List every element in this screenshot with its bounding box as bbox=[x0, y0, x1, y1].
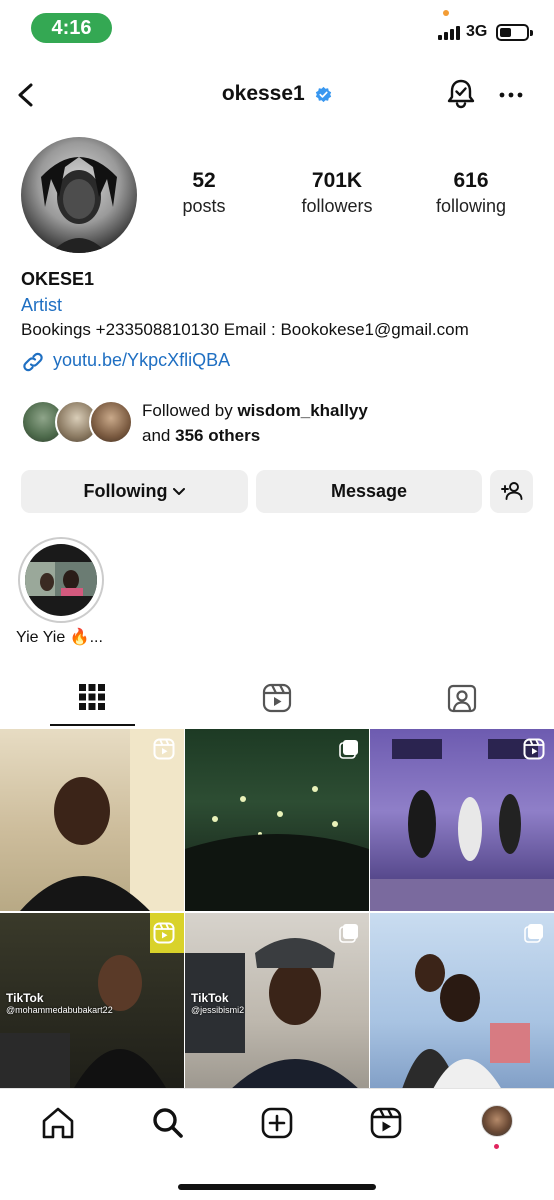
followed-by-user: wisdom_khallyy bbox=[237, 401, 368, 420]
plus-square-icon bbox=[261, 1107, 293, 1139]
posts-count[interactable]: 52 posts bbox=[168, 168, 240, 218]
post-tile[interactable] bbox=[0, 729, 184, 911]
reels-badge-icon bbox=[523, 738, 545, 760]
network-type: 3G bbox=[466, 23, 488, 40]
grid-icon bbox=[79, 684, 105, 710]
chevron-down-icon bbox=[173, 488, 186, 496]
search-icon bbox=[153, 1108, 183, 1138]
profile-avatar[interactable] bbox=[21, 137, 137, 253]
nav-reels[interactable] bbox=[366, 1103, 406, 1143]
home-indicator bbox=[178, 1184, 376, 1190]
post-tile[interactable] bbox=[370, 729, 554, 911]
tiktok-handle: @mohammedabubakart22 bbox=[6, 1005, 113, 1015]
post-tile[interactable] bbox=[185, 729, 369, 911]
notification-dot bbox=[494, 1144, 499, 1149]
reels-badge-icon bbox=[153, 922, 175, 944]
signal-icon bbox=[438, 25, 460, 40]
tab-grid[interactable] bbox=[0, 670, 184, 726]
status-time: 4:16 bbox=[31, 13, 112, 43]
followed-by-and: and bbox=[142, 426, 171, 445]
nav-create[interactable] bbox=[257, 1103, 297, 1143]
following-button-label: Following bbox=[83, 481, 168, 501]
profile-tabs bbox=[0, 670, 554, 726]
posts-count-value: 52 bbox=[192, 169, 216, 192]
reels-badge-icon bbox=[153, 738, 175, 760]
highlight-cover bbox=[25, 544, 97, 616]
carousel-badge-icon bbox=[339, 924, 358, 943]
nav-search[interactable] bbox=[148, 1103, 188, 1143]
nav-profile-avatar[interactable] bbox=[481, 1105, 513, 1137]
bell-check-icon bbox=[447, 79, 475, 109]
notifications-button[interactable] bbox=[444, 77, 478, 111]
following-count[interactable]: 616 following bbox=[426, 168, 516, 218]
tiktok-watermark: TikTok @jessibismi2 bbox=[191, 991, 244, 1015]
reels-icon bbox=[370, 1107, 402, 1139]
tab-active-indicator bbox=[50, 724, 135, 726]
followers-count-label: followers bbox=[301, 196, 373, 216]
followers-count-value: 701K bbox=[311, 169, 363, 192]
profile-bio: Bookings +233508810130 Email : Bookokese… bbox=[21, 320, 469, 339]
more-horizontal-icon bbox=[499, 92, 523, 98]
tiktok-watermark: TikTok @mohammedabubakart22 bbox=[6, 991, 113, 1015]
link-icon bbox=[23, 352, 43, 372]
display-name: OKESE1 bbox=[21, 269, 95, 289]
status-bar: 4:16 3G bbox=[0, 0, 554, 58]
tagged-icon bbox=[447, 684, 477, 713]
nav-home[interactable] bbox=[38, 1103, 78, 1143]
highlight-label: Yie Yie 🔥... bbox=[16, 629, 103, 646]
avatar-photo bbox=[41, 157, 117, 253]
suggested-users-button[interactable] bbox=[490, 470, 533, 513]
verified-badge-icon bbox=[316, 86, 332, 102]
privacy-indicator-dot bbox=[443, 10, 449, 16]
post-tile[interactable] bbox=[370, 913, 554, 1095]
followers-count[interactable]: 701K followers bbox=[292, 168, 382, 218]
followed-by-prefix: Followed by bbox=[142, 401, 233, 420]
profile-header: okesse1 bbox=[0, 68, 554, 120]
home-icon bbox=[42, 1107, 74, 1139]
tab-tagged[interactable] bbox=[370, 670, 554, 726]
followed-by-text[interactable]: Followed by wisdom_khallyy and 356 other… bbox=[142, 398, 368, 448]
tiktok-label: TikTok bbox=[6, 991, 44, 1005]
following-button[interactable]: Following bbox=[21, 470, 248, 513]
profile-category: Artist bbox=[21, 295, 63, 315]
tab-reels[interactable] bbox=[185, 670, 369, 726]
carousel-badge-icon bbox=[339, 740, 358, 759]
mutual-follower-avatar bbox=[89, 400, 133, 444]
posts-grid: TikTok @mohammedabubakart22 TikTok @jessib… bbox=[0, 729, 554, 1095]
carousel-badge-icon bbox=[524, 924, 543, 943]
message-button-label: Message bbox=[330, 481, 408, 501]
tiktok-handle: @jessibismi2 bbox=[191, 1005, 245, 1015]
profile-link-text[interactable]: youtu.be/YkpcXfliQBA bbox=[53, 350, 230, 371]
following-count-label: following bbox=[435, 196, 507, 216]
followed-by-others: 356 others bbox=[175, 426, 261, 445]
battery-icon bbox=[496, 24, 533, 41]
message-button[interactable]: Message bbox=[256, 470, 482, 513]
person-add-icon bbox=[500, 482, 522, 500]
post-tile[interactable]: TikTok @jessibismi2 bbox=[185, 913, 369, 1095]
following-count-value: 616 bbox=[453, 169, 489, 192]
post-tile[interactable]: TikTok @mohammedabubakart22 bbox=[0, 913, 184, 1095]
more-options-button[interactable] bbox=[496, 80, 526, 110]
profile-username: okesse1 bbox=[221, 82, 305, 105]
story-highlight[interactable] bbox=[18, 537, 104, 623]
mutual-followers-avatars[interactable] bbox=[21, 400, 133, 446]
reels-icon bbox=[262, 683, 292, 713]
posts-count-label: posts bbox=[182, 196, 226, 216]
bottom-navigation bbox=[0, 1088, 554, 1200]
tiktok-label: TikTok bbox=[191, 991, 229, 1005]
